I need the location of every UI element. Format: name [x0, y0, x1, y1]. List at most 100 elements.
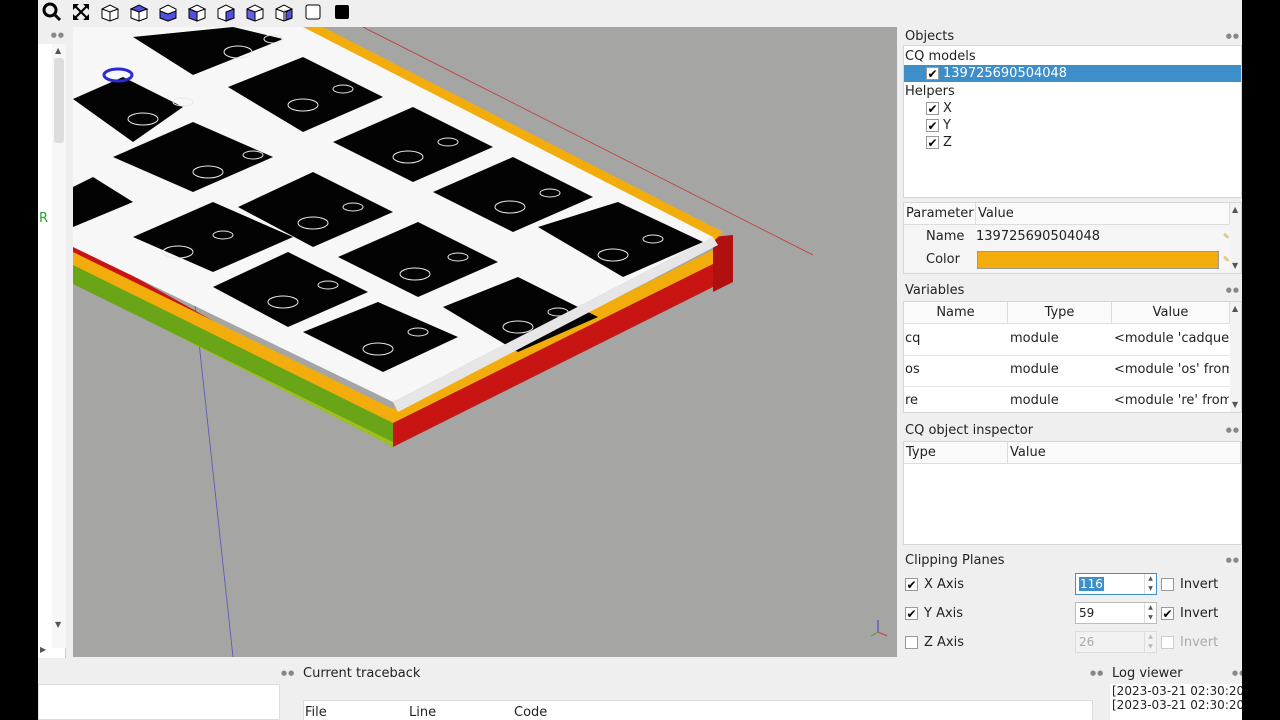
view-back-icon[interactable] [212, 1, 239, 23]
view-right-icon[interactable] [270, 1, 297, 23]
checkbox-unchecked-icon[interactable] [1161, 636, 1174, 649]
tree-item-helper-x[interactable]: ✔ X [926, 100, 952, 117]
objects-tree[interactable]: CQ models ✔ 139725690504048 Helpers ✔ X ✔… [903, 45, 1242, 198]
right-dock: Objects ●● CQ models ✔ 139725690504048 H… [903, 27, 1242, 660]
tree-item-cq-model[interactable]: ✔ 139725690504048 [904, 65, 1241, 82]
inspector-table: Type Value [903, 441, 1242, 545]
var-row-type[interactable]: module [1010, 362, 1059, 377]
dock-handle-icon[interactable]: ●● [1226, 556, 1240, 564]
view-left-icon[interactable] [241, 1, 268, 23]
traceback-header-line: Line [409, 705, 437, 720]
objects-title: Objects [905, 29, 955, 44]
traceback-header-file: File [305, 705, 327, 720]
wireframe-icon[interactable] [299, 1, 326, 23]
view-top-icon[interactable] [125, 1, 152, 23]
checkbox-checked-icon[interactable]: ✔ [1161, 607, 1174, 620]
clip-x-invert[interactable]: Invert [1161, 576, 1218, 593]
var-row-name[interactable]: cq [905, 331, 920, 346]
view-iso-icon[interactable] [96, 1, 123, 23]
edit-icon[interactable]: ✎ [1223, 232, 1230, 241]
dock-handle-icon[interactable]: ●● [1226, 32, 1240, 40]
tree-item-helper-z[interactable]: ✔ Z [926, 134, 952, 151]
dock-handle-icon[interactable]: ●● [1226, 426, 1240, 434]
checkbox-checked-icon[interactable]: ✔ [905, 578, 918, 591]
log-entry: [2023-03-21 02:30:20 [1112, 698, 1242, 712]
traceback-title: Current traceback [303, 666, 421, 681]
param-name-label: Name [926, 229, 965, 244]
scroll-right-icon[interactable]: ▶ [40, 645, 46, 654]
var-header-value: Value [1112, 302, 1230, 324]
bottom-dock: ●● Current traceback File Line Code ●● L… [38, 660, 1242, 720]
checkbox-checked-icon[interactable]: ✔ [926, 136, 939, 149]
editor-scrollbar[interactable]: ▲ ▼ [52, 44, 66, 648]
param-name-value[interactable]: 139725690504048 [976, 229, 1100, 244]
tree-group-cq-models[interactable]: CQ models [905, 48, 976, 65]
var-header-type: Type [1008, 302, 1112, 324]
clip-x-checkbox[interactable]: ✔ X Axis [905, 576, 964, 593]
var-row-value[interactable]: <module 'os' from... [1114, 362, 1229, 377]
checkbox-unchecked-icon[interactable] [1161, 578, 1174, 591]
clip-z-value-input[interactable]: 26 ▲ ▼ [1075, 631, 1157, 653]
tree-group-helpers[interactable]: Helpers [905, 83, 955, 100]
zoom-icon[interactable] [38, 1, 65, 23]
clip-z-invert[interactable]: Invert [1161, 634, 1218, 651]
param-header-value: Value [976, 203, 1230, 225]
color-swatch[interactable] [977, 251, 1219, 269]
clip-x-value-input[interactable]: 116 ▲ ▼ [1075, 573, 1157, 595]
checkbox-checked-icon[interactable]: ✔ [926, 102, 939, 115]
spin-arrows-icon[interactable]: ▲ ▼ [1144, 574, 1156, 594]
scroll-thumb[interactable] [54, 58, 64, 143]
parameters-table: Parameter Value Name 139725690504048 ✎ C… [903, 202, 1242, 274]
axis-label: R [39, 211, 49, 226]
3d-viewport[interactable] [73, 27, 897, 657]
variables-title: Variables [905, 283, 965, 298]
traceback-header-code: Code [514, 705, 548, 720]
spin-arrows-icon[interactable]: ▲ ▼ [1144, 603, 1156, 623]
view-front-icon[interactable] [183, 1, 210, 23]
log-viewer-title: Log viewer [1112, 666, 1183, 681]
var-header-name: Name [904, 302, 1008, 324]
clip-y-checkbox[interactable]: ✔ Y Axis [905, 605, 963, 622]
shaded-icon[interactable] [328, 1, 355, 23]
view-toolbar [38, 0, 898, 24]
traceback-table: File Line Code [303, 700, 1093, 720]
spin-arrows-icon[interactable]: ▲ ▼ [1144, 632, 1156, 652]
var-row-value[interactable]: <module 'cadquer... [1114, 331, 1229, 346]
dock-handle-icon[interactable]: ●● [1226, 286, 1240, 294]
variables-scrollbar[interactable]: ▲ ▼ [1230, 302, 1241, 412]
checkbox-checked-icon[interactable]: ✔ [926, 67, 939, 80]
param-color-label: Color [926, 252, 960, 267]
var-row-name[interactable]: re [905, 393, 918, 408]
orientation-gizmo [870, 620, 888, 637]
dock-handle-icon[interactable]: ●● [51, 31, 65, 39]
var-row-type[interactable]: module [1010, 393, 1059, 408]
dock-handle-icon[interactable]: ●● [1232, 669, 1242, 677]
view-bottom-icon[interactable] [154, 1, 181, 23]
var-row-value[interactable]: <module 're' from... [1114, 393, 1229, 408]
log-viewer[interactable]: [2023-03-21 02:30:20 [2023-03-21 02:30:2… [1110, 684, 1242, 720]
checkbox-checked-icon[interactable]: ✔ [905, 607, 918, 620]
edit-icon[interactable]: ✎ [1223, 255, 1230, 264]
scroll-down-icon[interactable]: ▼ [55, 620, 61, 629]
inspector-header-type: Type [904, 442, 1008, 464]
keyboard-model-render [73, 27, 888, 657]
clip-y-invert[interactable]: ✔ Invert [1161, 605, 1218, 622]
screen-border-left [0, 0, 38, 720]
var-row-name[interactable]: os [905, 362, 920, 377]
fit-icon[interactable] [67, 1, 94, 23]
inspector-title: CQ object inspector [905, 423, 1034, 438]
scroll-up-icon[interactable]: ▲ [55, 46, 61, 55]
screen-border-right [1242, 0, 1280, 720]
checkbox-checked-icon[interactable]: ✔ [926, 119, 939, 132]
clip-y-value-input[interactable]: 59 ▲ ▼ [1075, 602, 1157, 624]
clip-z-checkbox[interactable]: Z Axis [905, 634, 964, 651]
params-scrollbar[interactable]: ▲ ▼ [1230, 203, 1241, 273]
param-header-parameter: Parameter [904, 203, 976, 225]
log-entry: [2023-03-21 02:30:20 [1112, 684, 1242, 698]
checkbox-unchecked-icon[interactable] [905, 636, 918, 649]
editor-side-panel: ●● ▲ ▼ R ▶ [38, 27, 73, 658]
console-pane[interactable] [38, 684, 280, 720]
var-row-type[interactable]: module [1010, 331, 1059, 346]
tree-item-helper-y[interactable]: ✔ Y [926, 117, 951, 134]
cq-editor-window: ●● ▲ ▼ R ▶ Objects ●● CQ models ✔ 139725… [38, 0, 1242, 720]
